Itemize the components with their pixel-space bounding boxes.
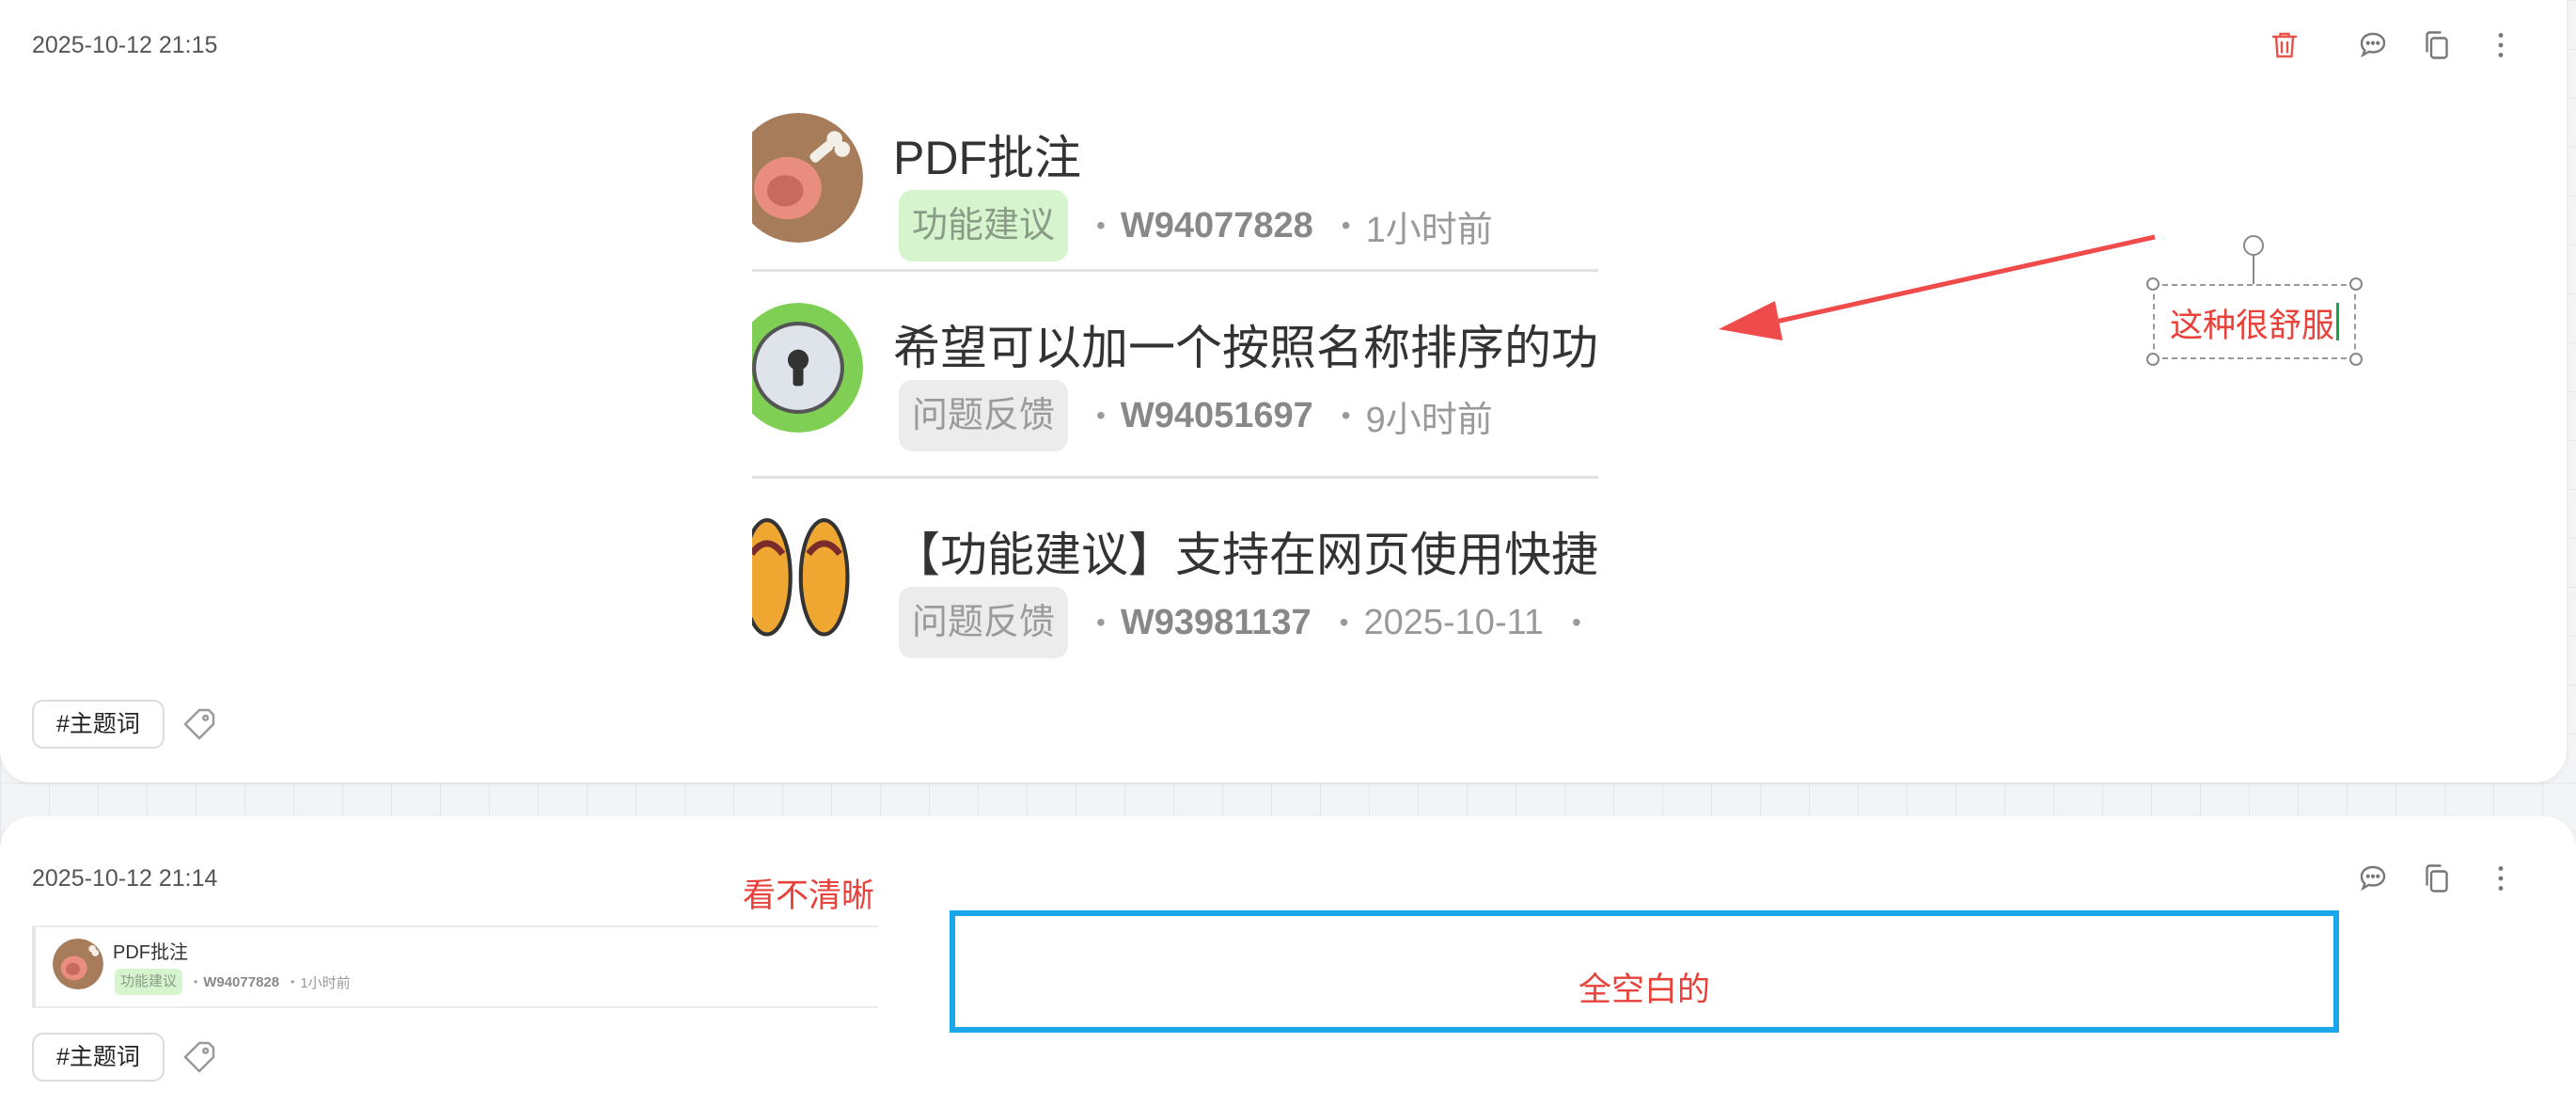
separator-dot: •	[194, 975, 198, 988]
resize-handle[interactable]	[2349, 353, 2363, 366]
topic-tag-chip[interactable]: #主题词	[32, 700, 165, 749]
annotation-note: 看不清晰	[743, 877, 875, 914]
annotation-text[interactable]: 这种很舒服	[2170, 299, 2334, 347]
rotate-handle[interactable]	[2243, 235, 2264, 256]
copy-icon[interactable]	[2416, 858, 2458, 899]
comment-icon[interactable]	[2352, 858, 2394, 899]
blank-frame-label: 全空白的	[1578, 972, 1710, 1008]
topic-tag-chip[interactable]: #主题词	[32, 1033, 165, 1082]
arrow-line	[1767, 234, 2156, 326]
tag-icon[interactable]	[181, 705, 218, 743]
tag-icon[interactable]	[181, 1038, 218, 1076]
drumstick-avatar	[53, 939, 103, 989]
separator-dot: •	[291, 975, 295, 988]
feed-item-title: PDF批注	[113, 942, 188, 963]
time-ago: 1小时前	[300, 974, 351, 991]
category-badge: 功能建议	[115, 969, 183, 995]
blank-frame: 全空白的	[950, 910, 2339, 1033]
text-caret	[2336, 303, 2339, 340]
embedded-small-preview: PDF批注 功能建议 • W94077828 • 1小时前	[32, 925, 878, 1008]
resize-handle[interactable]	[2146, 353, 2160, 366]
resize-handle[interactable]	[2349, 277, 2363, 291]
more-icon[interactable]	[2480, 858, 2521, 899]
resize-handle[interactable]	[2146, 277, 2160, 291]
arrow-head	[1719, 301, 1783, 340]
user-id: W94077828	[203, 973, 280, 990]
card2-timestamp: 2025-10-12 21:14	[32, 865, 218, 892]
